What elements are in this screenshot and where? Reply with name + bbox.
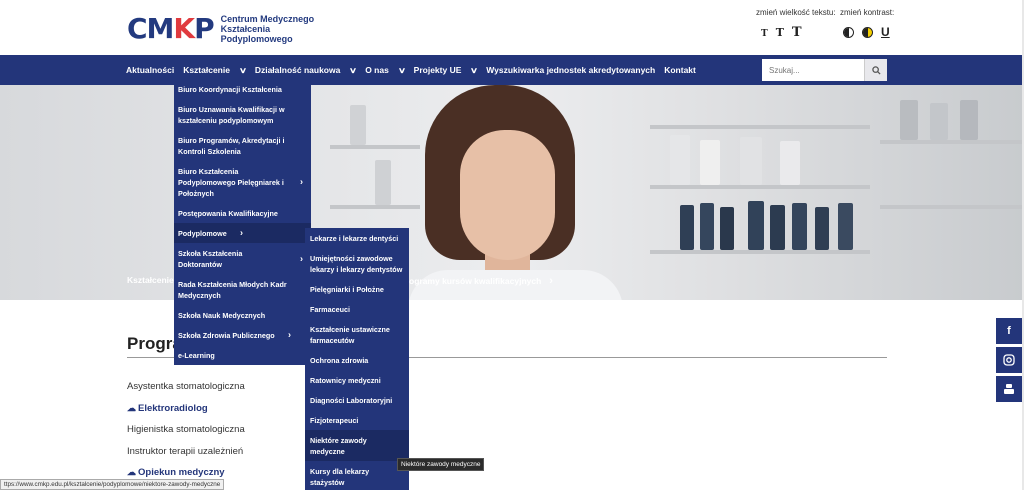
tooltip: Niektóre zawody medyczne (397, 458, 485, 471)
nav-item-projekty-ue[interactable]: Projekty UE ∨ (414, 65, 479, 75)
contrast-default-icon[interactable] (843, 26, 854, 38)
menu-item[interactable]: Biuro Programów, Akredytacji i Kontroli … (174, 130, 311, 161)
podyplomowe-submenu: Lekarze i lekarze dentyści Umiejętności … (305, 228, 409, 490)
search-icon (871, 65, 881, 75)
menu-item-with-submenu[interactable]: Szkoła Kształcenia Doktorantów › (174, 243, 311, 274)
cloud-download-icon: ☁ (127, 402, 136, 413)
text-size-small-button[interactable]: T (761, 29, 768, 39)
breadcrumb-item[interactable]: Kształcenie (127, 275, 174, 285)
chevron-right-icon: › (300, 176, 303, 187)
youtube-icon[interactable] (996, 376, 1022, 402)
text-size-label: zmień wielkość tekstu: (756, 8, 836, 17)
chevron-right-icon: › (240, 227, 243, 238)
nav-item-aktualnosci[interactable]: Aktualności (126, 65, 174, 75)
contrast-label: zmień kontrast: (840, 8, 895, 17)
nav-item-ksztalcenie[interactable]: Kształcenie ∨ (183, 65, 247, 75)
submenu-item[interactable]: Pielęgniarki i Położne (305, 279, 409, 299)
hero-banner (0, 85, 1024, 300)
menu-item[interactable]: Biuro Uznawania Kwalifikacji w kształcen… (174, 99, 311, 130)
nav-item-o-nas[interactable]: O nas ∨ (365, 65, 406, 75)
instagram-icon[interactable] (996, 347, 1022, 373)
submenu-item-hovered[interactable]: Niektóre zawody medyczne (305, 430, 409, 461)
nav-item-wyszukiwarka[interactable]: Wyszukiwarka jednostek akredytowanych (486, 65, 655, 75)
chevron-down-icon: ∨ (397, 65, 406, 75)
submenu-item[interactable]: Kształcenie ustawiczne farmaceutów (305, 319, 409, 350)
browser-status-url: ttps://www.cmkp.edu.pl/ksztalcenie/podyp… (0, 479, 225, 490)
nav-item-dzialalnosc-naukowa[interactable]: Działalność naukowa ∨ (255, 65, 358, 75)
submenu-item[interactable]: Lekarze i lekarze dentyści (305, 228, 409, 248)
submenu-item[interactable]: Fizjoterapeuci (305, 410, 409, 430)
list-item[interactable]: Instruktor terapii uzależnień (127, 441, 245, 463)
list-item[interactable]: Higienistka stomatologiczna (127, 419, 245, 441)
menu-item[interactable]: e-Learning (174, 345, 311, 365)
text-size-controls: zmień wielkość tekstu: T T T (756, 8, 836, 40)
search-input[interactable] (762, 59, 864, 81)
cloud-download-icon: ☁ (127, 467, 136, 478)
nav-item-kontakt[interactable]: Kontakt (664, 65, 696, 75)
text-size-medium-button[interactable]: T (776, 26, 784, 39)
logo-mark: CMKP (127, 12, 215, 45)
chevron-right-icon: › (549, 275, 553, 287)
chevron-right-icon: › (288, 329, 291, 340)
menu-item[interactable]: Szkoła Nauk Medycznych (174, 305, 311, 325)
submenu-item[interactable]: Diagności Laboratoryjni (305, 390, 409, 410)
underline-links-button[interactable]: U (881, 25, 890, 39)
menu-item[interactable]: Biuro Koordynacji Kształcenia (174, 79, 311, 99)
submenu-item[interactable]: Ratownicy medyczni (305, 370, 409, 390)
menu-item[interactable]: Rada Kształcenia Młodych Kadr Medycznych (174, 274, 311, 305)
ksztalcenie-dropdown: Biuro Koordynacji Kształcenia Biuro Uzna… (174, 79, 311, 365)
menu-item-with-submenu[interactable]: Biuro Kształcenia Podyplomowego Pielęgni… (174, 161, 311, 203)
submenu-item[interactable]: Ochrona zdrowia (305, 350, 409, 370)
site-header: CMKP Centrum Medycznego Kształcenia Pody… (0, 0, 1024, 55)
logo-text: Centrum Medycznego Kształcenia Podyplomo… (220, 13, 315, 44)
chevron-down-icon: ∨ (349, 65, 358, 75)
breadcrumb-current: ogramy kursów kwalifikacyjnych › (409, 275, 553, 287)
facebook-icon[interactable]: f (996, 318, 1022, 344)
submenu-item[interactable]: Kursy dla lekarzy stażystów (305, 461, 409, 490)
breadcrumb: Kształcenie (127, 275, 174, 285)
chevron-down-icon: ∨ (470, 65, 479, 75)
contrast-controls: zmień kontrast: U (840, 8, 894, 39)
menu-item[interactable]: Postępowania Kwalifikacyjne (174, 203, 311, 223)
search-button[interactable] (864, 59, 887, 81)
list-item[interactable]: Asystentka stomatologiczna (127, 376, 245, 398)
menu-item-podyplomowe[interactable]: Podyplomowe › (174, 223, 311, 243)
search-box (762, 59, 887, 81)
submenu-item[interactable]: Umiejętności zawodowe lekarzy i lekarzy … (305, 248, 409, 279)
program-list: Asystentka stomatologiczna ☁ Elektroradio… (127, 376, 245, 484)
text-size-large-button[interactable]: T (792, 25, 802, 40)
chevron-down-icon: ∨ (238, 65, 247, 75)
chevron-right-icon: › (300, 253, 303, 263)
submenu-item[interactable]: Farmaceuci (305, 299, 409, 319)
contrast-yellow-icon[interactable] (862, 26, 873, 38)
cmkp-logo[interactable]: CMKP Centrum Medycznego Kształcenia Pody… (127, 12, 314, 45)
menu-item-with-submenu[interactable]: Szkoła Zdrowia Publicznego › (174, 325, 311, 345)
list-item[interactable]: ☁ Elektroradiolog (127, 398, 245, 420)
